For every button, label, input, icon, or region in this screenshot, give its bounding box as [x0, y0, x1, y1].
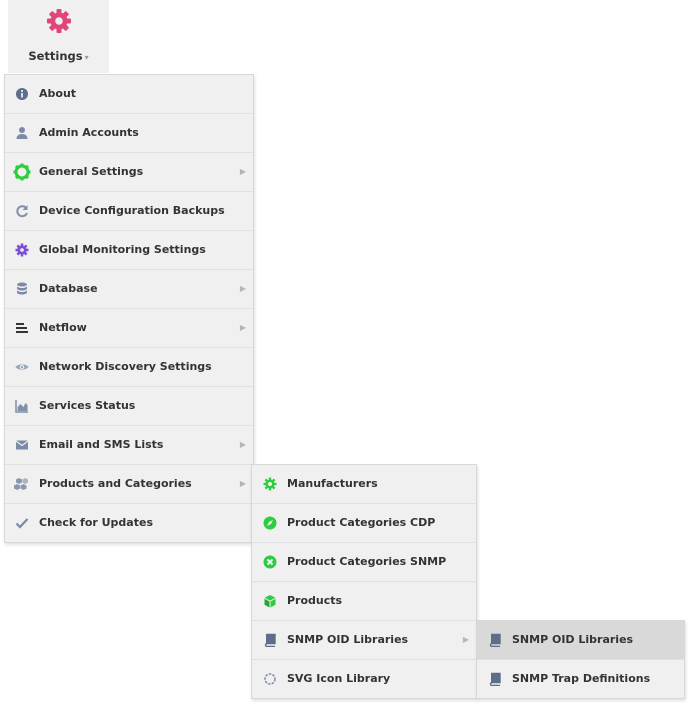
book-icon [489, 672, 501, 686]
menu-item-label: About [39, 87, 77, 100]
times-circle-icon [263, 555, 277, 569]
book-icon [489, 633, 501, 647]
settings-label: Settings ▾ [28, 49, 89, 63]
submenu-item-label: Products [287, 594, 343, 607]
products-submenu: Manufacturers Product Categories CDP Pro… [251, 464, 477, 699]
submenu-item-product-categories-snmp[interactable]: Product Categories SNMP [252, 543, 476, 582]
submenu-item-svg-icon-library[interactable]: SVG Icon Library [252, 660, 476, 698]
refresh-icon [16, 205, 28, 218]
manufacturer-icon [263, 477, 277, 491]
cubes-icon [14, 478, 28, 490]
menu-item-email-and-sms-lists[interactable]: Email and SMS Lists ▶ [5, 426, 253, 465]
caret-down-icon: ▾ [84, 53, 89, 62]
menu-item-network-discovery-settings[interactable]: Network Discovery Settings [5, 348, 253, 387]
circle-notch-icon [264, 673, 276, 685]
eye-icon [15, 364, 29, 370]
submenu-item-label: Product Categories CDP [287, 516, 436, 529]
chevron-right-icon: ▶ [239, 323, 246, 332]
user-icon [16, 127, 28, 139]
cog-icon [15, 243, 29, 257]
menu-item-database[interactable]: Database ▶ [5, 270, 253, 309]
menu-item-general-settings[interactable]: General Settings ▶ [5, 153, 253, 192]
book-icon [264, 633, 276, 647]
settings-button[interactable]: Settings ▾ [8, 0, 109, 73]
menu-item-device-configuration-backups[interactable]: Device Configuration Backups [5, 192, 253, 231]
chevron-right-icon: ▶ [239, 479, 246, 488]
menu-item-products-and-categories[interactable]: Products and Categories ▶ [5, 465, 253, 504]
submenu-item-products[interactable]: Products [252, 582, 476, 621]
menu-item-label: Device Configuration Backups [39, 204, 225, 217]
submenu-item-snmp-oid-libraries[interactable]: SNMP OID Libraries ▶ [252, 621, 476, 660]
compass-icon [263, 516, 277, 530]
submenu-item-snmp-trap-definitions[interactable]: SNMP Trap Definitions [477, 660, 684, 698]
menu-item-label: Check for Updates [39, 516, 153, 529]
info-icon [16, 88, 28, 100]
chevron-right-icon: ▶ [462, 635, 469, 644]
menu-item-global-monitoring-settings[interactable]: Global Monitoring Settings [5, 231, 253, 270]
gear-icon [13, 163, 31, 181]
area-chart-icon [15, 400, 28, 413]
submenu-item-label: Manufacturers [287, 477, 378, 490]
menu-item-services-status[interactable]: Services Status [5, 387, 253, 426]
check-icon [15, 518, 29, 529]
envelope-icon [15, 440, 29, 450]
menu-item-admin-accounts[interactable]: Admin Accounts [5, 114, 253, 153]
menu-item-label: General Settings [39, 165, 144, 178]
submenu-item-label: SNMP OID Libraries [512, 633, 634, 646]
gear-icon [47, 9, 71, 33]
settings-menu: About Admin Accounts General Settings ▶ … [4, 74, 254, 543]
cube-icon [264, 595, 276, 608]
menu-item-label: Admin Accounts [39, 126, 139, 139]
chevron-right-icon: ▶ [239, 167, 246, 176]
submenu-item-label: SNMP OID Libraries [287, 633, 409, 646]
menu-item-about[interactable]: About [5, 75, 253, 114]
menu-item-check-for-updates[interactable]: Check for Updates [5, 504, 253, 542]
menu-item-label: Global Monitoring Settings [39, 243, 206, 256]
chevron-right-icon: ▶ [239, 440, 246, 449]
chevron-right-icon: ▶ [239, 284, 246, 293]
submenu-item-label: Product Categories SNMP [287, 555, 447, 568]
menu-item-label: Database [39, 282, 98, 295]
menu-item-label: Products and Categories [39, 477, 192, 490]
submenu-item-label: SVG Icon Library [287, 672, 391, 685]
menu-item-netflow[interactable]: Netflow ▶ [5, 309, 253, 348]
lines-icon [16, 323, 28, 333]
snmp-submenu: SNMP OID Libraries SNMP Trap Definitions [476, 620, 685, 699]
menu-item-label: Network Discovery Settings [39, 360, 212, 373]
menu-item-label: Netflow [39, 321, 87, 334]
submenu-item-snmp-oid-libraries[interactable]: SNMP OID Libraries [477, 621, 684, 660]
menu-item-label: Email and SMS Lists [39, 438, 164, 451]
submenu-item-label: SNMP Trap Definitions [512, 672, 651, 685]
menu-item-label: Services Status [39, 399, 136, 412]
submenu-item-manufacturers[interactable]: Manufacturers [252, 465, 476, 504]
database-icon [17, 282, 27, 295]
submenu-item-product-categories-cdp[interactable]: Product Categories CDP [252, 504, 476, 543]
